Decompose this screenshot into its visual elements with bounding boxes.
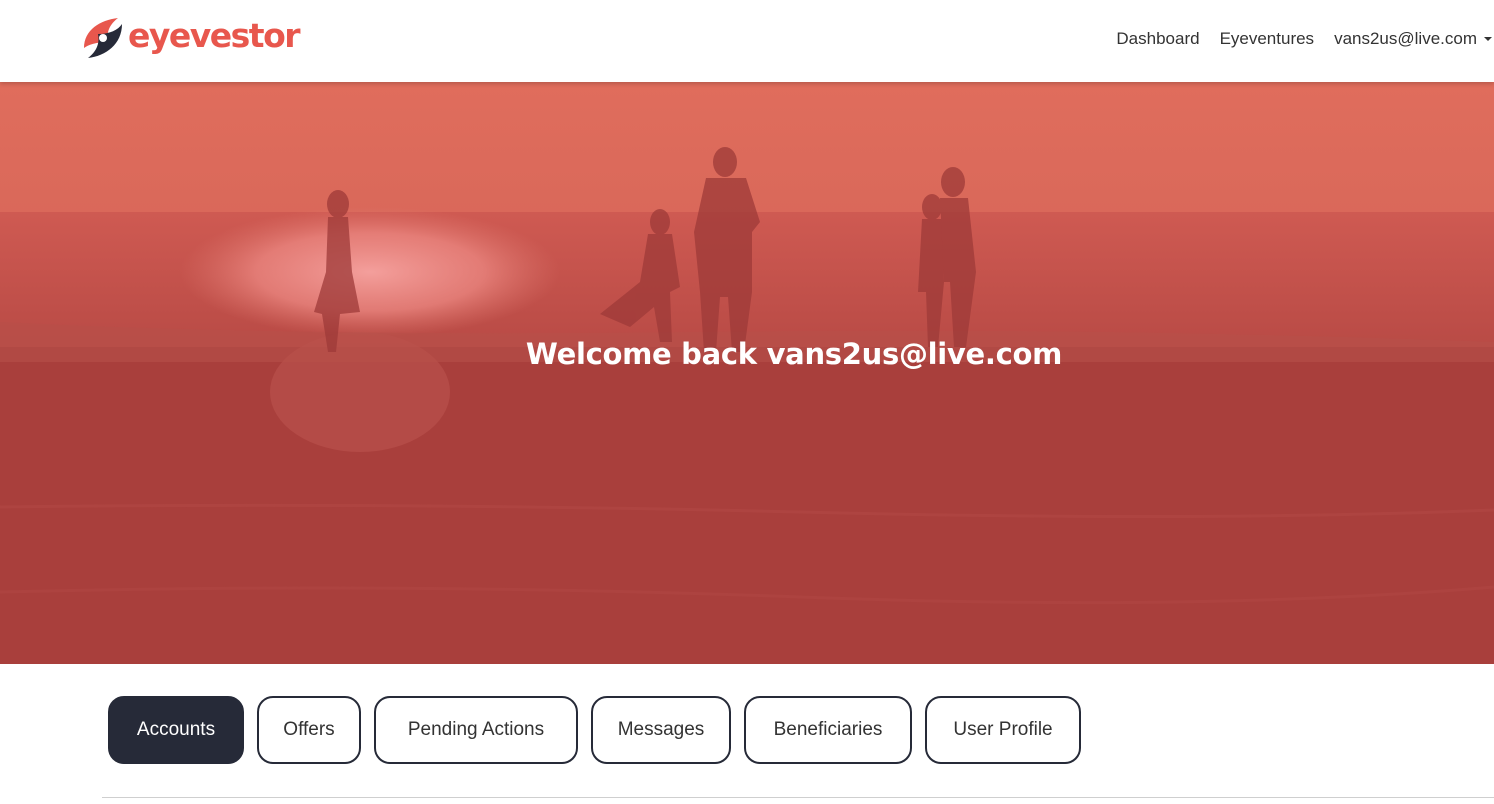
eye-logo-icon bbox=[84, 18, 122, 58]
section-divider bbox=[102, 797, 1494, 798]
tab-messages[interactable]: Messages bbox=[591, 696, 731, 764]
main-nav: Dashboard Eyeventures vans2us@live.com bbox=[1096, 27, 1494, 51]
nav-dashboard[interactable]: Dashboard bbox=[1116, 29, 1199, 49]
brand-wordmark: eyevestor bbox=[128, 15, 301, 55]
tab-pending-actions[interactable]: Pending Actions bbox=[374, 696, 578, 764]
tab-accounts[interactable]: Accounts bbox=[108, 696, 244, 764]
dashboard-tabs: Accounts Offers Pending Actions Messages… bbox=[108, 696, 1094, 764]
hero-banner: Welcome back vans2us@live.com bbox=[0, 82, 1494, 664]
brand-logo[interactable]: eyevestor bbox=[80, 12, 301, 62]
tab-beneficiaries[interactable]: Beneficiaries bbox=[744, 696, 912, 764]
user-menu[interactable]: vans2us@live.com bbox=[1334, 29, 1494, 49]
tab-user-profile[interactable]: User Profile bbox=[925, 696, 1081, 764]
nav-eyeventures[interactable]: Eyeventures bbox=[1220, 29, 1315, 49]
welcome-heading: Welcome back vans2us@live.com bbox=[525, 337, 1063, 371]
caret-down-icon bbox=[1484, 37, 1492, 41]
beach-background-image bbox=[0, 82, 1494, 664]
tab-offers[interactable]: Offers bbox=[257, 696, 361, 764]
user-menu-label: vans2us@live.com bbox=[1334, 29, 1477, 48]
top-navbar: eyevestor Dashboard Eyeventures vans2us@… bbox=[0, 0, 1494, 82]
